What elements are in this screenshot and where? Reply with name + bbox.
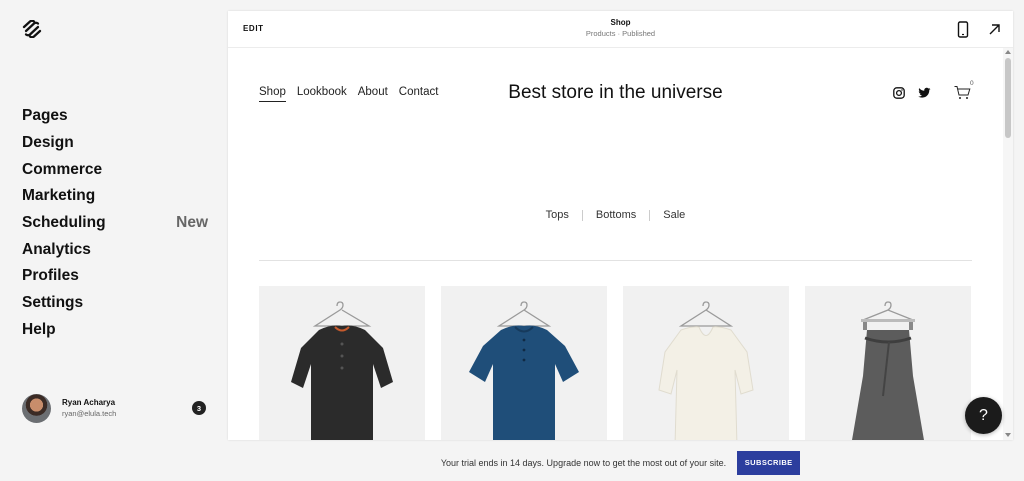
twitter-icon[interactable] [918, 87, 931, 99]
category-separator [649, 209, 651, 221]
new-badge: New [176, 214, 208, 232]
cart-count: 0 [970, 80, 974, 87]
sidebar-nav: Pages Design Commerce Marketing Scheduli… [22, 103, 208, 343]
grey-skirt-image [852, 301, 924, 440]
divider [259, 260, 972, 261]
site-title[interactable]: Best store in the universe [228, 82, 1003, 104]
scroll-up-arrow-icon[interactable] [1005, 50, 1011, 54]
sidebar-item-help[interactable]: Help [22, 317, 208, 344]
category-tops[interactable]: Tops [546, 209, 569, 221]
category-bottoms[interactable]: Bottoms [596, 209, 636, 221]
sidebar: Pages Design Commerce Marketing Scheduli… [0, 0, 228, 481]
sidebar-item-commerce[interactable]: Commerce [22, 156, 208, 183]
mobile-preview-icon[interactable] [956, 21, 970, 38]
avatar[interactable] [22, 393, 51, 423]
subscribe-button[interactable]: SUBSCRIBE [737, 450, 801, 475]
preview-scrollbar[interactable] [1003, 48, 1013, 440]
page-info: Shop Products · Published [228, 17, 1013, 40]
cart-icon[interactable] [954, 85, 971, 100]
sidebar-item-settings[interactable]: Settings [22, 290, 208, 317]
category-filter: Tops Bottoms Sale [228, 209, 1003, 221]
product-card-white-top[interactable] [623, 286, 789, 440]
black-shirt-image [291, 301, 393, 440]
category-sale[interactable]: Sale [663, 209, 685, 221]
sidebar-item-profiles[interactable]: Profiles [22, 263, 208, 290]
trial-banner: Your trial ends in 14 days. Upgrade now … [228, 450, 1013, 475]
user-info: Ryan Acharya ryan@elula.tech [62, 397, 192, 419]
trial-message: Your trial ends in 14 days. Upgrade now … [440, 457, 727, 468]
page-status: Products · Published [585, 29, 656, 38]
sidebar-item-design[interactable]: Design [22, 130, 208, 157]
user-name: Ryan Acharya [62, 398, 116, 407]
user-email: ryan@elula.tech [62, 409, 117, 418]
editor-topbar: EDIT Shop Products · Published [228, 11, 1013, 48]
sidebar-item-analytics[interactable]: Analytics [22, 236, 208, 263]
blue-shirt-image [469, 301, 579, 440]
notification-badge[interactable]: 3 [192, 401, 206, 415]
editor-panel: EDIT Shop Products · Published Shop Look… [228, 11, 1013, 440]
scroll-down-arrow-icon[interactable] [1005, 433, 1011, 437]
help-button[interactable]: ? [965, 397, 1002, 434]
sidebar-item-pages[interactable]: Pages [22, 103, 208, 130]
product-card-blue-shirt[interactable] [441, 286, 607, 440]
white-top-image [658, 301, 754, 440]
site-preview[interactable]: Shop Lookbook About Contact Best store i… [228, 48, 1003, 440]
sidebar-item-scheduling[interactable]: Scheduling New [22, 210, 208, 237]
user-account[interactable]: Ryan Acharya ryan@elula.tech 3 [22, 393, 208, 423]
instagram-icon[interactable] [893, 87, 905, 99]
product-card-grey-skirt[interactable] [805, 286, 971, 440]
scroll-thumb[interactable] [1005, 58, 1011, 138]
product-card-black-shirt[interactable] [259, 286, 425, 440]
page-title: Shop [610, 18, 631, 27]
sidebar-item-marketing[interactable]: Marketing [22, 183, 208, 210]
open-external-icon[interactable] [987, 22, 1002, 37]
category-separator [581, 209, 583, 221]
squarespace-logo-icon[interactable] [22, 20, 42, 38]
